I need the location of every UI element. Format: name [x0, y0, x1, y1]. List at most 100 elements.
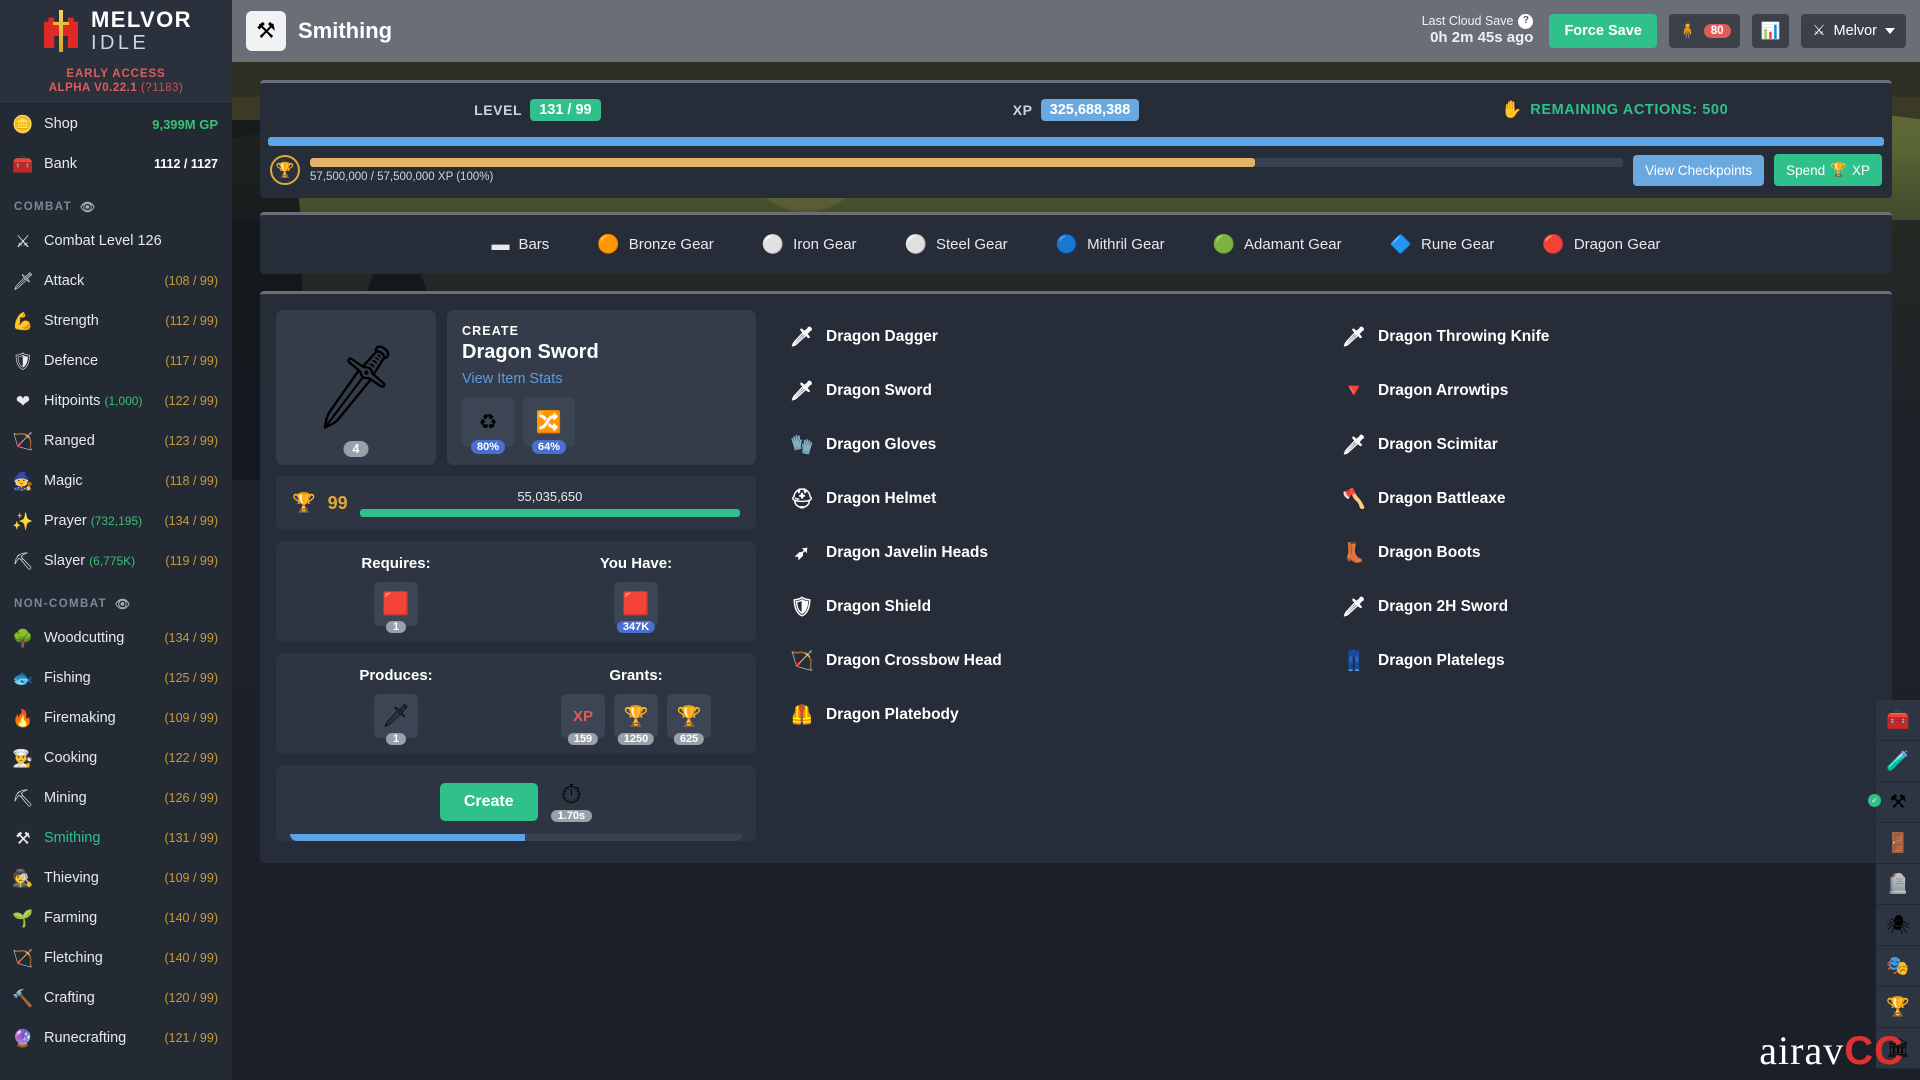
sidebar-item-attack[interactable]: 🗡Attack(108 / 99)	[0, 261, 232, 301]
you-have-slot[interactable]: 🟥 347K	[614, 582, 658, 626]
sidebar-item-cooking[interactable]: 👨‍🍳Cooking(122 / 99)	[0, 738, 232, 778]
sidebar-item-thieving[interactable]: 🕵Thieving(109 / 99)	[0, 858, 232, 898]
rail-button-tombstone[interactable]: 🪦	[1876, 864, 1920, 905]
sidebar-item-label: Thieving	[44, 870, 154, 886]
sidebar-item-label: Fishing	[44, 670, 154, 686]
sidebar-item-hitpoints[interactable]: ❤Hitpoints (1,000)(122 / 99)	[0, 381, 232, 421]
sidebar-item-prayer[interactable]: ✨Prayer (732,195)(134 / 99)	[0, 501, 232, 541]
sidebar-item-ranged[interactable]: 🏹Ranged(123 / 99)	[0, 421, 232, 461]
rail-button-trophy[interactable]: 🏆	[1876, 987, 1920, 1028]
rail-button-spider[interactable]: 🕷	[1876, 905, 1920, 946]
craftable-item-dragon-throwing-knife[interactable]: 🗡Dragon Throwing Knife	[1324, 310, 1876, 364]
combat-section-label: COMBAT	[14, 201, 72, 213]
sidebar-item-crafting[interactable]: 🔨Crafting(120 / 99)	[0, 978, 232, 1018]
rail-button-anvil[interactable]: ✓⚒	[1876, 782, 1920, 823]
sidebar-item-farming[interactable]: 🌱Farming(140 / 99)	[0, 898, 232, 938]
notification-count: 80	[1704, 24, 1731, 38]
tab-dragon-gear[interactable]: 🔴Dragon Gear	[1518, 234, 1684, 255]
sidebar-item-fletching[interactable]: 🏹Fletching(140 / 99)	[0, 938, 232, 978]
sidebar-item-firemaking[interactable]: 🔥Firemaking(109 / 99)	[0, 698, 232, 738]
force-save-button[interactable]: Force Save	[1549, 14, 1656, 48]
grant-slot[interactable]: 🏆625	[667, 694, 711, 738]
tab-iron-gear[interactable]: ⚪Iron Gear	[738, 234, 881, 255]
produces-slot[interactable]: 🗡 1	[374, 694, 418, 738]
tab-bronze-gear[interactable]: 🟠Bronze Gear	[573, 234, 737, 255]
sidebar-item-runecrafting[interactable]: 🔮Runecrafting(121 / 99)	[0, 1018, 232, 1058]
sidebar-item-smithing[interactable]: ⚒Smithing(131 / 99)	[0, 818, 232, 858]
sidebar-item-shop[interactable]: 🪙 Shop 9,399M GP	[0, 104, 232, 144]
view-checkpoints-button[interactable]: View Checkpoints	[1633, 155, 1764, 186]
tab-label: Rune Gear	[1421, 236, 1494, 253]
combat-skill-list: ⚔Combat Level 126🗡Attack(108 / 99)💪Stren…	[0, 221, 232, 581]
craftable-item-dragon-battleaxe[interactable]: 🪓Dragon Battleaxe	[1324, 472, 1876, 526]
craftable-item-dragon-boots[interactable]: 👢Dragon Boots	[1324, 526, 1876, 580]
campfire-icon: 🔥	[12, 707, 34, 729]
sidebar-item-label: Runecrafting	[44, 1030, 154, 1046]
grant-slot[interactable]: XP159	[561, 694, 605, 738]
sidebar-item-fishing[interactable]: 🐟Fishing(125 / 99)	[0, 658, 232, 698]
craftable-item-dragon-gloves[interactable]: 🧤Dragon Gloves	[772, 418, 1324, 472]
craftable-item-dragon-platebody[interactable]: 🦺Dragon Platebody	[772, 688, 1324, 742]
statistics-button[interactable]: 📊	[1752, 14, 1790, 48]
create-row: Create ⏱ 1.70s	[440, 781, 592, 822]
craftable-item-dragon-platelegs[interactable]: 👖Dragon Platelegs	[1324, 634, 1876, 688]
tab-adamant-gear[interactable]: 🟢Adamant Gear	[1189, 234, 1366, 255]
view-item-stats-link[interactable]: View Item Stats	[462, 371, 562, 387]
thief-icon: 🕵	[12, 867, 34, 889]
craftable-item-dragon-sword[interactable]: 🗡Dragon Sword	[772, 364, 1324, 418]
rail-button-potion[interactable]: 🧪	[1876, 741, 1920, 782]
chest-icon: 🧰	[12, 153, 34, 175]
recipe-item-image[interactable]: 🗡 4	[276, 310, 436, 465]
tab-bars[interactable]: ▬Bars	[467, 234, 573, 255]
sidebar-item-woodcutting[interactable]: 🌳Woodcutting(134 / 99)	[0, 618, 232, 658]
rune-icon: 🔮	[12, 1027, 34, 1049]
tab-rune-gear[interactable]: 🔷Rune Gear	[1366, 234, 1519, 255]
cloud-save-label: Last Cloud Save	[1422, 14, 1514, 30]
sidebar-item-slayer[interactable]: ⛏Slayer (6,775K)(119 / 99)	[0, 541, 232, 581]
craftable-item-dragon-helmet[interactable]: ⛑Dragon Helmet	[772, 472, 1324, 526]
dragon-helmet-icon: 🔴	[1542, 234, 1564, 255]
recipe-stat-tile[interactable]: ♻80%	[462, 397, 514, 447]
spend-mastery-xp-button[interactable]: Spend 🏆 XP	[1774, 154, 1882, 186]
requires-slot[interactable]: 🟥 1	[374, 582, 418, 626]
recipe-column: 🗡 4 CREATE Dragon Sword View Item Stats …	[276, 310, 756, 847]
brand-logo-block[interactable]: MELVOR IDLE	[0, 0, 232, 62]
eye-icon[interactable]: 👁	[115, 597, 132, 611]
rail-button-mask[interactable]: 🎭	[1876, 946, 1920, 987]
craftable-item-label: Dragon Throwing Knife	[1378, 328, 1549, 346]
craftable-item-dragon-crossbow-head[interactable]: 🏹Dragon Crossbow Head	[772, 634, 1324, 688]
helmet-icon: ⛑	[790, 487, 814, 511]
sidebar-item-magic[interactable]: 🧙Magic(118 / 99)	[0, 461, 232, 501]
anvil-icon: ⚒	[12, 827, 34, 849]
wizard-hat-icon: 🧙	[12, 470, 34, 492]
side-icon-rail: 🧰🧪✓⚒🚪🪦🕷🎭🏆🏛	[1876, 700, 1920, 1069]
sidebar-item-combat-level-126[interactable]: ⚔Combat Level 126	[0, 221, 232, 261]
tab-steel-gear[interactable]: ⚪Steel Gear	[881, 234, 1032, 255]
help-icon[interactable]: ?	[1518, 14, 1533, 29]
eye-icon[interactable]: 👁	[80, 200, 97, 214]
craftable-item-dragon-javelin-heads[interactable]: ➶Dragon Javelin Heads	[772, 526, 1324, 580]
rail-button-chest[interactable]: 🧰	[1876, 700, 1920, 741]
arrows-icon: 🏹	[12, 947, 34, 969]
sidebar-item-mining[interactable]: ⛏Mining(126 / 99)	[0, 778, 232, 818]
recipe-stat-tile[interactable]: 🔀64%	[523, 397, 575, 447]
craftable-item-dragon-arrowtips[interactable]: 🔻Dragon Arrowtips	[1324, 364, 1876, 418]
tab-label: Iron Gear	[793, 236, 856, 253]
notifications-button[interactable]: 🧍 80	[1669, 14, 1740, 48]
tab-mithril-gear[interactable]: 🔵Mithril Gear	[1032, 234, 1189, 255]
craftable-item-dragon-dagger[interactable]: 🗡Dragon Dagger	[772, 310, 1324, 364]
user-menu-button[interactable]: ⚔ Melvor	[1801, 14, 1906, 48]
create-button[interactable]: Create	[440, 783, 538, 821]
sidebar-item-bank[interactable]: 🧰 Bank 1112 / 1127	[0, 144, 232, 184]
produces-section: Produces: 🗡 1	[276, 653, 516, 754]
sidebar-item-defence[interactable]: 🛡Defence(117 / 99)	[0, 341, 232, 381]
smithing-panel: 🗡 4 CREATE Dragon Sword View Item Stats …	[260, 291, 1892, 863]
craftable-item-dragon-shield[interactable]: 🛡Dragon Shield	[772, 580, 1324, 634]
sidebar-item-strength[interactable]: 💪Strength(112 / 99)	[0, 301, 232, 341]
craftable-item-label: Dragon Crossbow Head	[826, 652, 1002, 670]
craftable-item-dragon-2h-sword[interactable]: 🗡Dragon 2H Sword	[1324, 580, 1876, 634]
rail-button-door[interactable]: 🚪	[1876, 823, 1920, 864]
grant-slot[interactable]: 🏆1250	[614, 694, 658, 738]
sidebar-item-label: Ranged	[44, 433, 154, 449]
craftable-item-dragon-scimitar[interactable]: 🗡Dragon Scimitar	[1324, 418, 1876, 472]
